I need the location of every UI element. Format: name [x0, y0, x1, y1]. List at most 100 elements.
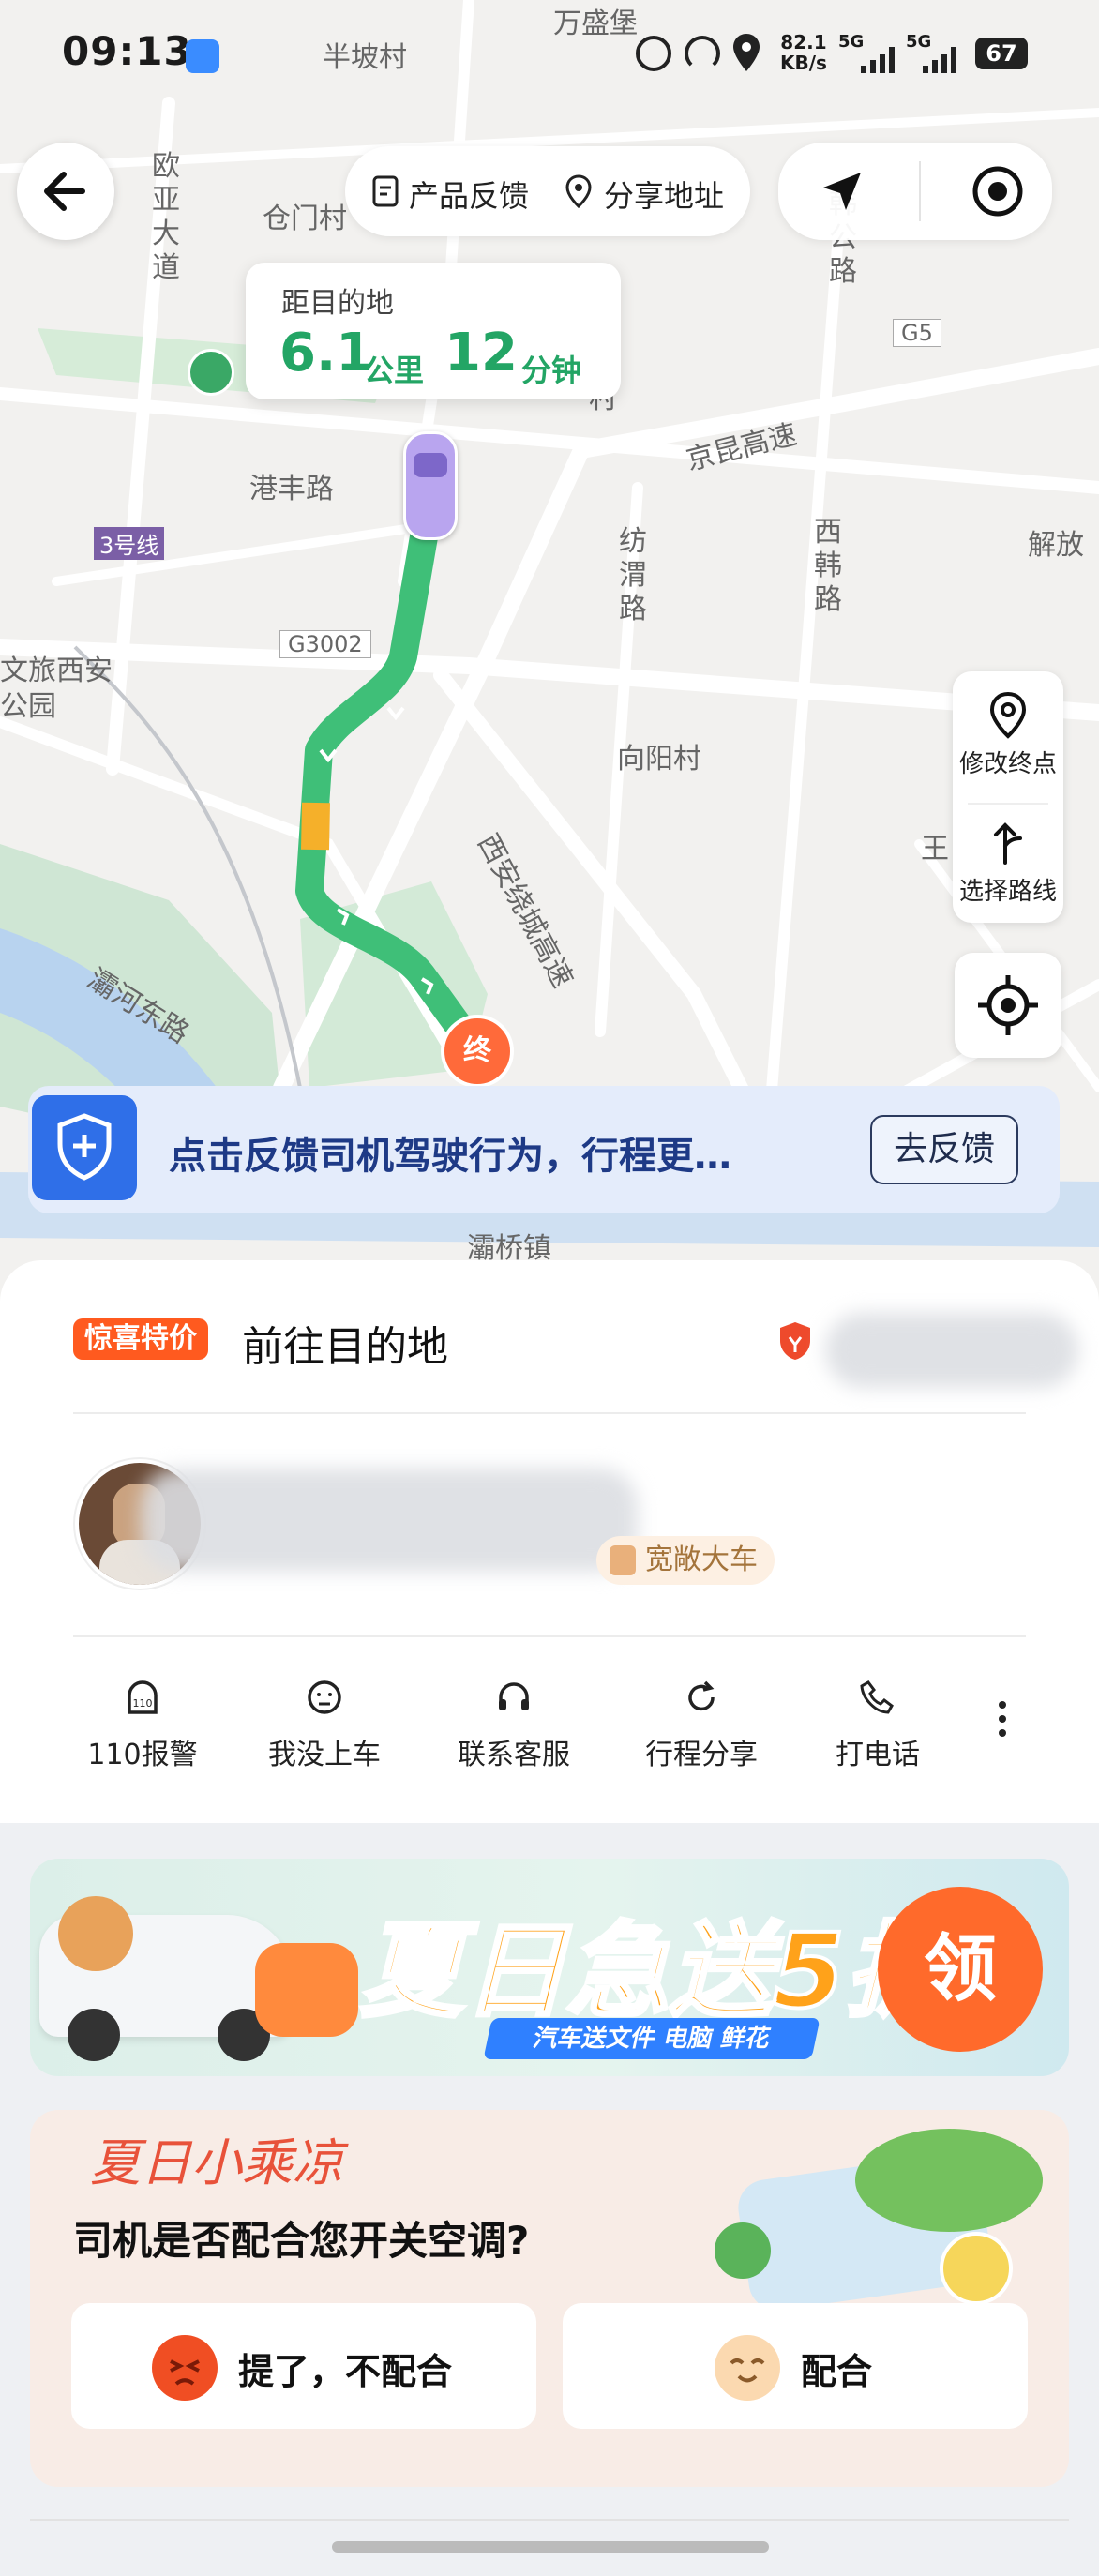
product-feedback-button[interactable]: 产品反馈: [409, 173, 529, 216]
promo-badge: 惊喜特价: [73, 1318, 208, 1360]
distance-value: 6.1: [279, 323, 373, 384]
eta-value: 12: [444, 323, 518, 384]
survey-brand: 夏日小乘凉: [90, 2133, 343, 2192]
map-label: 仓门村: [263, 203, 347, 235]
alarm-icon: [636, 36, 671, 71]
action-label: 110报警: [87, 1739, 198, 1771]
face-icon: [308, 1680, 341, 1714]
svg-text:110: 110: [133, 1697, 153, 1710]
action-trip-share[interactable]: 行程分享: [626, 1679, 776, 1772]
highway-shield: G5: [893, 319, 941, 347]
modify-destination-button[interactable]: 修改终点: [953, 688, 1063, 793]
app-notification-icon: [186, 39, 219, 73]
share-refresh-icon: [688, 1680, 715, 1711]
navigation-arrow-icon[interactable]: [816, 165, 868, 218]
action-not-in-car[interactable]: 我没上车: [249, 1679, 399, 1772]
redacted-driver-info: [141, 1469, 638, 1572]
divider: [30, 2519, 1069, 2521]
map-label: 欧亚大道: [152, 150, 180, 284]
eta-unit: 分钟: [521, 353, 582, 388]
arrow-left-icon: [44, 172, 85, 211]
flowers-illustration: [58, 1896, 133, 1971]
divider: [968, 803, 1048, 805]
distance-label: 距目的地: [281, 287, 394, 320]
shield-plus-icon: [32, 1095, 137, 1200]
speedometer-icon: [685, 36, 720, 71]
trip-status-title: 前往目的地: [242, 1323, 448, 1371]
ad-title-main: 夏日急送5折: [358, 1909, 950, 2033]
target-icon[interactable]: [970, 163, 1026, 219]
home-indicator[interactable]: [332, 2541, 769, 2553]
more-options-icon[interactable]: [988, 1695, 1016, 1742]
action-label: 打电话: [836, 1739, 920, 1771]
location-icon: [733, 34, 760, 71]
happy-face-icon: [715, 2335, 780, 2401]
car-type-tag: 宽敞大车: [596, 1536, 775, 1585]
feedback-banner-text: 点击反馈司机驾驶行为，行程更…: [169, 1135, 731, 1178]
option-cooperate-label: 配合: [801, 2351, 873, 2392]
net-speed-unit: KB/s: [780, 52, 827, 74]
redacted-price: [825, 1313, 1078, 1388]
map-label: 纺渭路: [619, 525, 647, 625]
signal-icon: [861, 47, 898, 77]
map-label: 向阳村: [617, 743, 701, 776]
back-button[interactable]: [17, 143, 114, 240]
battery-indicator: 67: [975, 38, 1028, 69]
route-fork-icon: [994, 822, 1022, 865]
map-top-actions: 产品反馈 分享地址: [345, 146, 750, 236]
lotus-leaf-illustration: [855, 2129, 1043, 2232]
seat-icon: [610, 1545, 636, 1575]
shield-badge-icon: [776, 1320, 814, 1362]
pin-icon: [989, 691, 1027, 739]
share-location-icon: [565, 174, 596, 209]
map-side-panel: 修改终点 选择路线: [953, 671, 1063, 923]
car-type-label: 宽敞大车: [645, 1544, 758, 1576]
survey-question: 司机是否配合您开关空调?: [73, 2218, 530, 2264]
divider: [73, 1412, 1026, 1414]
action-label: 联系客服: [458, 1739, 570, 1771]
phone-icon: [860, 1680, 894, 1714]
park-icon: [188, 349, 234, 396]
highway-shield: G3002: [279, 630, 371, 658]
wheel: [68, 2009, 120, 2061]
map-label: 港丰路: [249, 473, 334, 505]
leaf-illustration: [715, 2222, 771, 2279]
lemon-illustration: [940, 2232, 1013, 2305]
option-not-cooperate-button[interactable]: 提了，不配合: [71, 2303, 536, 2429]
select-route-label: 选择路线: [958, 878, 1057, 906]
angry-face-icon: [152, 2335, 218, 2401]
signal-icon: [923, 47, 960, 77]
metro-line-label: 3号线: [94, 527, 165, 560]
destination-marker: 终: [441, 1015, 514, 1088]
select-route-button[interactable]: 选择路线: [953, 816, 1063, 921]
divider: [919, 161, 921, 221]
action-call[interactable]: 打电话: [803, 1679, 953, 1772]
map-label: 王: [921, 833, 949, 866]
go-feedback-button[interactable]: 去反馈: [870, 1115, 1018, 1184]
action-label: 我没上车: [268, 1739, 381, 1771]
action-customer-service[interactable]: 联系客服: [439, 1679, 589, 1772]
status-bar: 09:13 82.1 KB/s 5G 5G 67: [0, 0, 1099, 103]
action-110-alarm[interactable]: 110 110报警: [68, 1679, 218, 1772]
option-not-cooperate-label: 提了，不配合: [238, 2351, 453, 2392]
map-label: 公园: [0, 690, 56, 723]
police-alarm-icon: 110: [128, 1680, 158, 1714]
divider: [73, 1635, 1026, 1637]
ad-subtitle: 汽车送文件 电脑 鲜花: [483, 2018, 820, 2059]
modify-destination-label: 修改终点: [958, 750, 1057, 778]
clock: 09:13: [62, 28, 192, 74]
option-cooperate-button[interactable]: 配合: [563, 2303, 1028, 2429]
net-speed-value: 82.1: [780, 31, 827, 53]
map-label: 西韩路: [814, 516, 842, 616]
map-label: 解放: [1028, 529, 1084, 562]
recenter-button[interactable]: [955, 953, 1061, 1058]
action-label: 行程分享: [645, 1739, 758, 1771]
map-tools: [778, 143, 1052, 240]
share-address-button[interactable]: 分享地址: [604, 173, 724, 216]
crosshair-icon: [978, 975, 1038, 1035]
ad-claim-button[interactable]: 领: [878, 1887, 1043, 2052]
scooter-illustration: [255, 1943, 358, 2037]
edit-note-icon: [371, 174, 403, 208]
net-speed: 82.1 KB/s: [780, 32, 827, 73]
headset-icon: [499, 1682, 529, 1710]
